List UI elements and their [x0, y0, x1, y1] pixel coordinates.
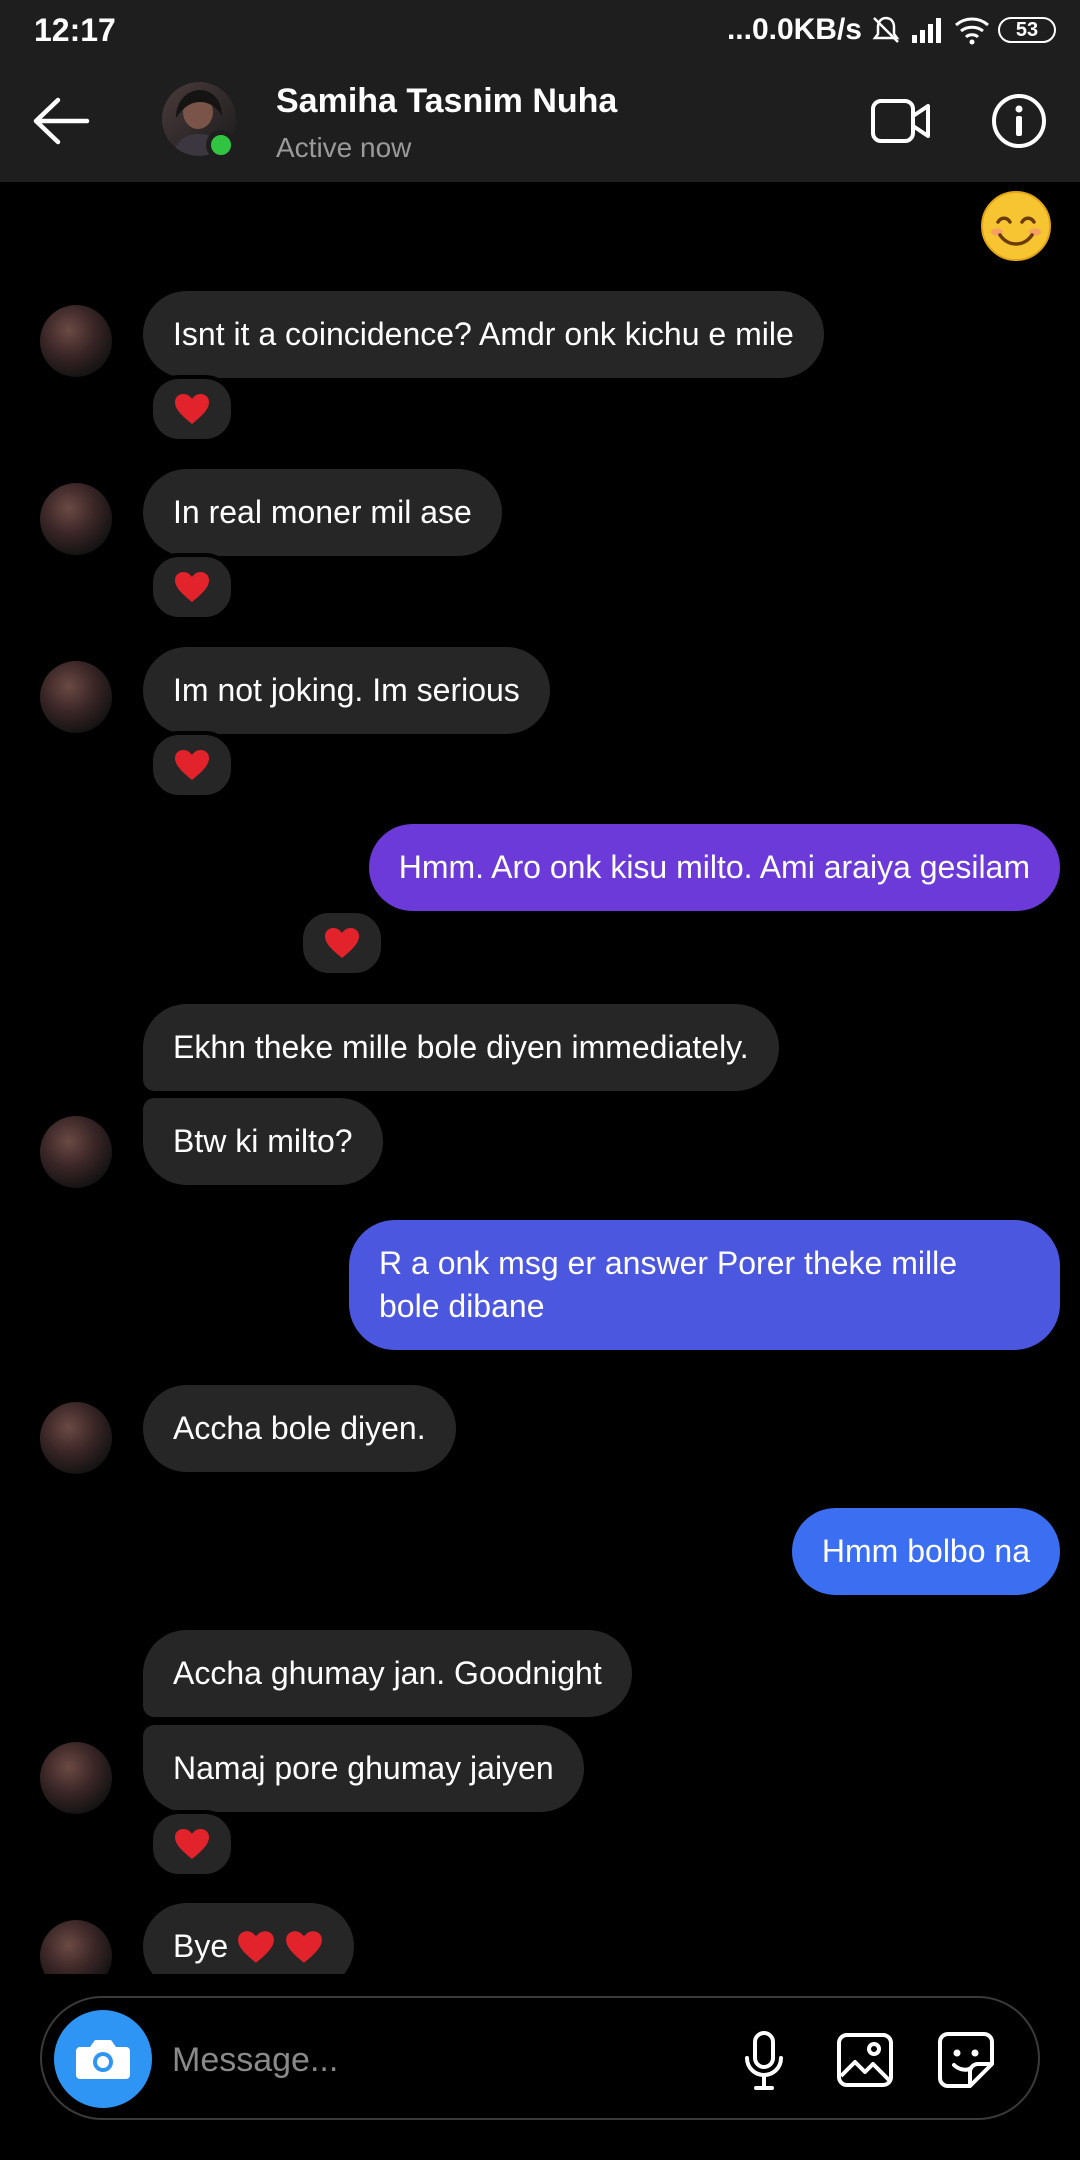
heart-icon [238, 1930, 275, 1963]
message-line: R a onk msg er answer Porer theke mille [379, 1245, 957, 1281]
incoming-message[interactable]: In real moner mil ase [143, 469, 502, 556]
sender-avatar[interactable] [40, 483, 112, 555]
sender-avatar[interactable] [40, 1402, 112, 1474]
heart-icon [175, 750, 209, 780]
incoming-message[interactable]: Isnt it a coincidence? Amdr onk kichu e … [143, 291, 824, 378]
outgoing-message[interactable]: Hmm. Aro onk kisu milto. Ami araiya gesi… [368, 824, 1060, 911]
mute-bell-icon [872, 16, 900, 43]
sender-avatar[interactable] [40, 1742, 112, 1814]
incoming-message[interactable]: Namaj pore ghumay jaiyen [143, 1725, 584, 1812]
heart-icon [325, 928, 359, 958]
sender-avatar[interactable] [40, 305, 112, 377]
info-icon[interactable] [990, 92, 1048, 150]
message-text: Bye [173, 1928, 229, 1964]
network-speed: ...0.0KB/s [726, 13, 862, 46]
sender-avatar[interactable] [40, 1920, 112, 1974]
heart-icon [175, 394, 209, 424]
signal-icon [912, 18, 941, 43]
status-bar: 12:17 ...0.0KB/s 53 [0, 0, 1080, 60]
smiling-face-emoji [981, 191, 1051, 261]
camera-button[interactable] [54, 2010, 152, 2108]
outgoing-message[interactable]: Hmm bolbo na [791, 1508, 1060, 1595]
online-status-dot [206, 130, 236, 160]
message-reaction[interactable] [149, 375, 235, 443]
status-time: 12:17 [34, 12, 116, 48]
contact-name[interactable]: Samiha Tasnim Nuha [276, 82, 617, 121]
sender-avatar[interactable] [40, 1116, 112, 1188]
message-composer [40, 1996, 1040, 2120]
video-call-icon[interactable] [870, 96, 932, 146]
message-reaction[interactable] [149, 553, 235, 621]
message-thread[interactable]: Isnt it a coincidence? Amdr onk kichu e … [0, 182, 1080, 1974]
heart-icon [175, 572, 209, 602]
presence-status: Active now [276, 132, 412, 163]
chat-header: Samiha Tasnim Nuha Active now [0, 60, 1080, 182]
incoming-message[interactable]: Accha bole diyen. [143, 1385, 456, 1472]
incoming-message[interactable]: Ekhn theke mille bole diyen immediately. [143, 1004, 779, 1091]
incoming-message[interactable]: Im not joking. Im serious [143, 647, 550, 734]
wifi-icon [955, 17, 989, 45]
battery-indicator: 53 [998, 17, 1056, 43]
message-line: bole dibane [379, 1288, 545, 1324]
outgoing-message[interactable]: R a onk msg er answer Porer theke mille … [349, 1220, 1060, 1350]
message-reaction[interactable] [299, 909, 385, 977]
microphone-icon[interactable] [740, 2030, 788, 2092]
incoming-message[interactable]: Accha ghumay jan. Goodnight [143, 1630, 632, 1717]
back-arrow-icon[interactable] [28, 94, 92, 148]
status-icons: ...0.0KB/s 53 [727, 10, 1056, 50]
heart-icon [286, 1930, 323, 1963]
incoming-message[interactable]: Bye [143, 1903, 355, 1974]
sender-avatar[interactable] [40, 661, 112, 733]
message-reaction[interactable] [149, 1810, 235, 1878]
gallery-icon[interactable] [836, 2032, 894, 2088]
sticker-icon[interactable] [936, 2030, 996, 2090]
heart-icon [175, 1829, 209, 1859]
message-reaction[interactable] [149, 731, 235, 799]
camera-icon [76, 2040, 130, 2079]
message-input[interactable] [170, 2032, 714, 2088]
incoming-message[interactable]: Btw ki milto? [143, 1098, 383, 1185]
